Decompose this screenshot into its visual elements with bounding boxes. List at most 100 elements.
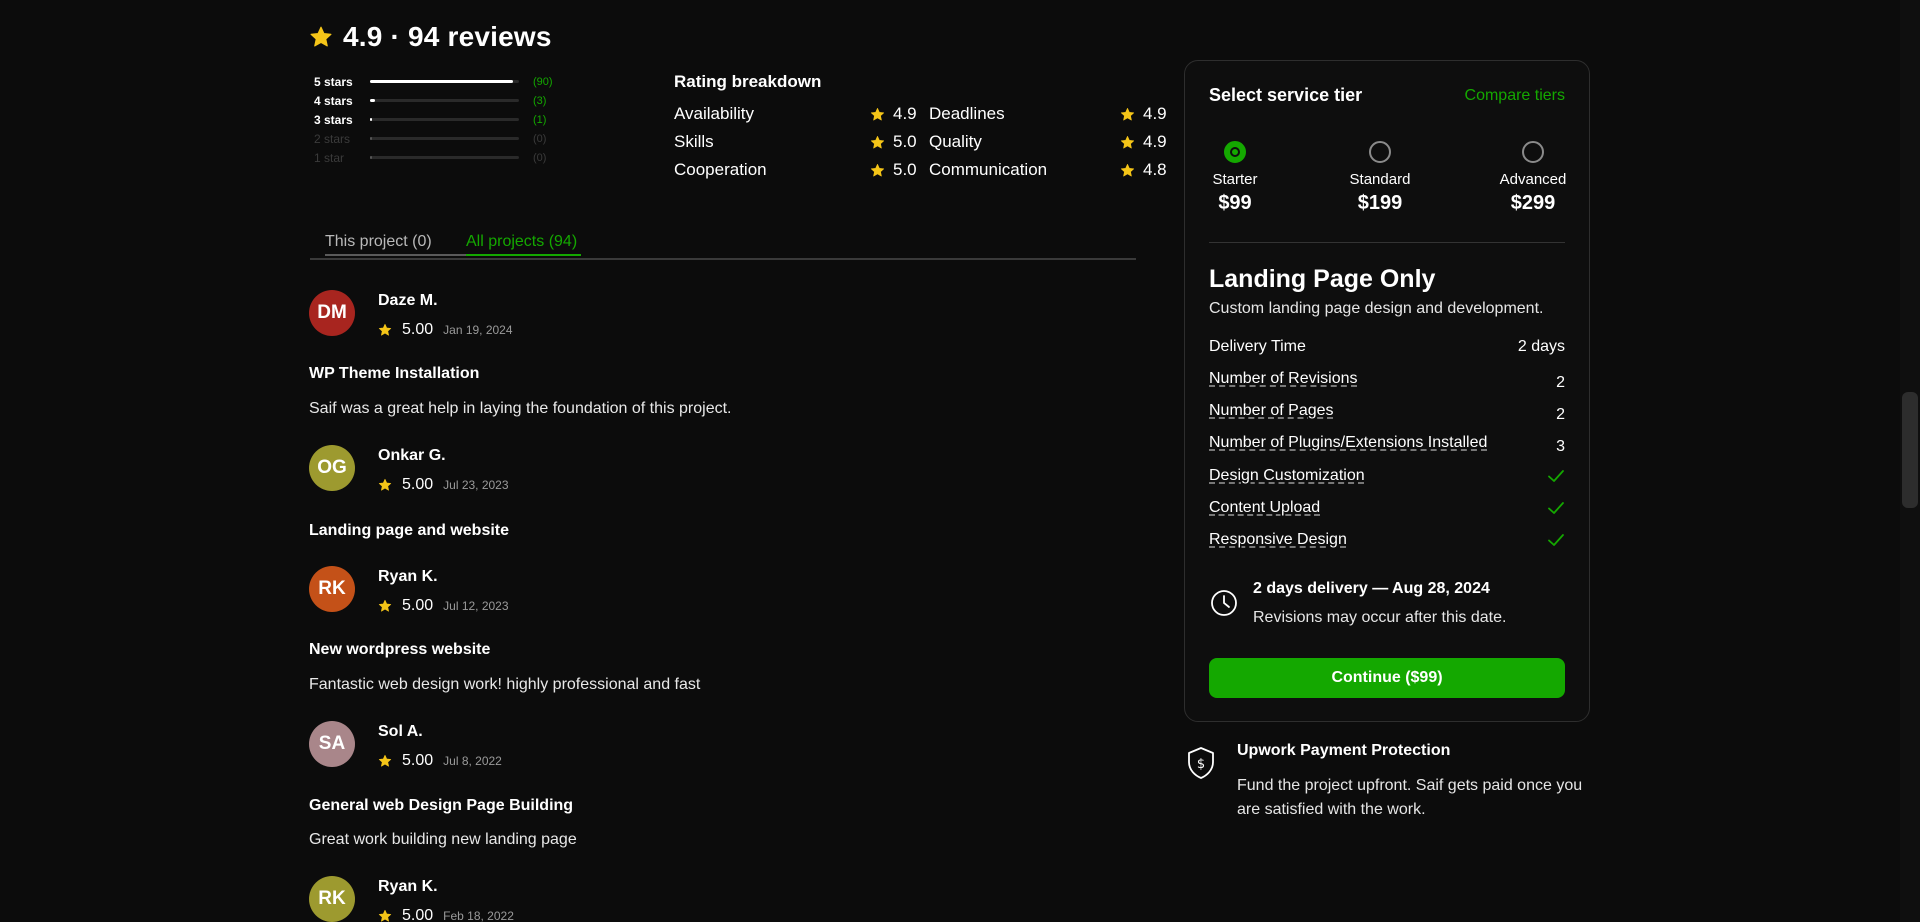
breakdown-label: Availability [674,104,755,123]
feature-row: Content Upload [1209,499,1565,517]
avatar: DM [309,290,355,336]
tab-this-project[interactable]: This project (0) [325,233,469,256]
breakdown-label: Quality [929,132,982,151]
feature-row: Design Customization [1209,467,1565,485]
tier-price: $99 [1218,192,1252,214]
feature-label[interactable]: Number of Plugins/Extensions Installed [1209,434,1487,456]
feature-row: Delivery Time 2 days [1209,338,1565,356]
review-date: Jul 23, 2023 [443,478,509,492]
tier-radio[interactable] [1224,141,1246,163]
panel-header: Select service tier Compare tiers [1209,85,1565,106]
star-bar-track [370,80,519,83]
star-icon [870,107,885,122]
feature-label[interactable]: Content Upload [1209,499,1320,517]
review-body: Great work building new landing page [309,831,577,848]
shield-dollar-icon: $ [1186,746,1216,780]
breakdown-score-value: 5.0 [893,160,917,179]
tier-radio[interactable] [1369,141,1391,163]
star-bar-track [370,118,519,121]
review-tabs: This project (0) All projects (94) [310,230,1136,260]
breakdown-score: 5.0 [854,132,929,152]
rating-breakdown-grid: Availability 4.9 Deadlines 4.9 Skills 5.0 Qual… [674,104,1179,180]
tier-name: Starter [1212,171,1258,188]
star-icon [378,754,392,768]
review-meta: 5.00 Jul 23, 2023 [378,476,509,494]
star-bar-row: 1 star (0) [314,148,564,167]
review-date: Jul 8, 2022 [443,754,502,768]
delivery-note: Revisions may occur after this date. [1253,609,1507,626]
star-bar-label: 4 stars [314,93,353,108]
reviewer-name: Daze M. [378,292,438,309]
tab-all-projects[interactable]: All projects (94) [466,233,582,256]
clock-icon [1209,588,1239,618]
feature-label[interactable]: Responsive Design [1209,531,1347,549]
star-bar-fill [370,137,373,140]
rating-breakdown: Rating breakdown Availability 4.9 Deadline… [674,72,1179,180]
reviewer-name: Sol A. [378,723,423,740]
feature-value: 2 [1556,406,1565,423]
star-bar-label: 3 stars [314,112,353,127]
tier-price: $199 [1357,192,1403,214]
feature-label[interactable]: Number of Pages [1209,402,1334,424]
feature-label[interactable]: Design Customization [1209,467,1365,485]
review-score: 5.00 [402,476,434,493]
panel-title: Select service tier [1209,85,1363,105]
breakdown-score: 4.9 [854,104,929,124]
reviewer-name: Ryan K. [378,878,438,895]
tier-option-starter[interactable]: Starter $99 [1185,141,1285,215]
review-title: Landing page and website [309,522,510,539]
review-score: 5.00 [402,321,434,338]
breakdown-score: 4.9 [1104,104,1179,124]
avatar: SA [309,721,355,767]
star-icon [1120,107,1135,122]
delivery-date: 2 days delivery — Aug 28, 2024 [1253,580,1490,597]
check-icon [1547,531,1565,549]
reviewer-name: Ryan K. [378,568,438,585]
tier-price: $299 [1510,192,1556,214]
feature-label[interactable]: Number of Revisions [1209,370,1358,392]
feature-row: Number of Revisions 2 [1209,370,1565,392]
breakdown-score-value: 4.8 [1143,160,1167,179]
breakdown-score: 4.9 [1104,132,1179,152]
feature-row: Number of Pages 2 [1209,402,1565,424]
review-date: Jul 12, 2023 [443,599,509,613]
review-title: New wordpress website [309,641,491,658]
tier-option-advanced[interactable]: Advanced $299 [1483,141,1583,215]
avatar: RK [309,876,355,922]
breakdown-score-value: 4.9 [1143,104,1167,123]
review-meta: 5.00 Feb 18, 2022 [378,907,514,922]
star-bar-track [370,99,519,102]
continue-button[interactable]: Continue ($99) [1209,658,1565,698]
star-bar-count: (1) [533,113,547,126]
star-distribution: 5 stars (90) 4 stars (3) 3 stars (1) 2 stars (0… [314,72,564,167]
star-icon [309,25,333,49]
star-bar-label: 1 star [314,150,345,165]
feature-value: 3 [1556,438,1565,455]
star-icon [378,478,392,492]
page: 4.9 · 94 reviews 5 stars (90) 4 stars (3) 3 … [0,0,1920,922]
tier-radio[interactable] [1522,141,1544,163]
star-bar-count: (90) [533,75,553,88]
breakdown-score-value: 4.9 [1143,132,1167,151]
feature-row: Responsive Design [1209,531,1565,549]
star-bar-fill [370,80,513,83]
star-bar-row: 4 stars (3) [314,91,564,110]
avatar: OG [309,445,355,491]
tier-option-standard[interactable]: Standard $199 [1330,141,1430,215]
protection-body: Fund the project upfront. Saif gets paid… [1237,777,1583,818]
review-body: Saif was a great help in laying the foun… [309,400,732,417]
star-bar-track [370,137,519,140]
breakdown-label: Skills [674,132,714,151]
compare-tiers-link[interactable]: Compare tiers [1465,87,1565,105]
star-bar-row: 3 stars (1) [314,110,564,129]
scrollbar[interactable] [1900,0,1920,922]
star-icon [1120,135,1135,150]
star-bar-row: 5 stars (90) [314,72,564,91]
scrollbar-thumb[interactable] [1902,392,1918,508]
star-bar-fill [370,118,373,121]
star-bar-fill [370,156,373,159]
review-title: General web Design Page Building [309,797,574,814]
star-icon [378,599,392,613]
star-bar-count: (0) [533,132,547,145]
star-bar-fill [370,99,375,102]
